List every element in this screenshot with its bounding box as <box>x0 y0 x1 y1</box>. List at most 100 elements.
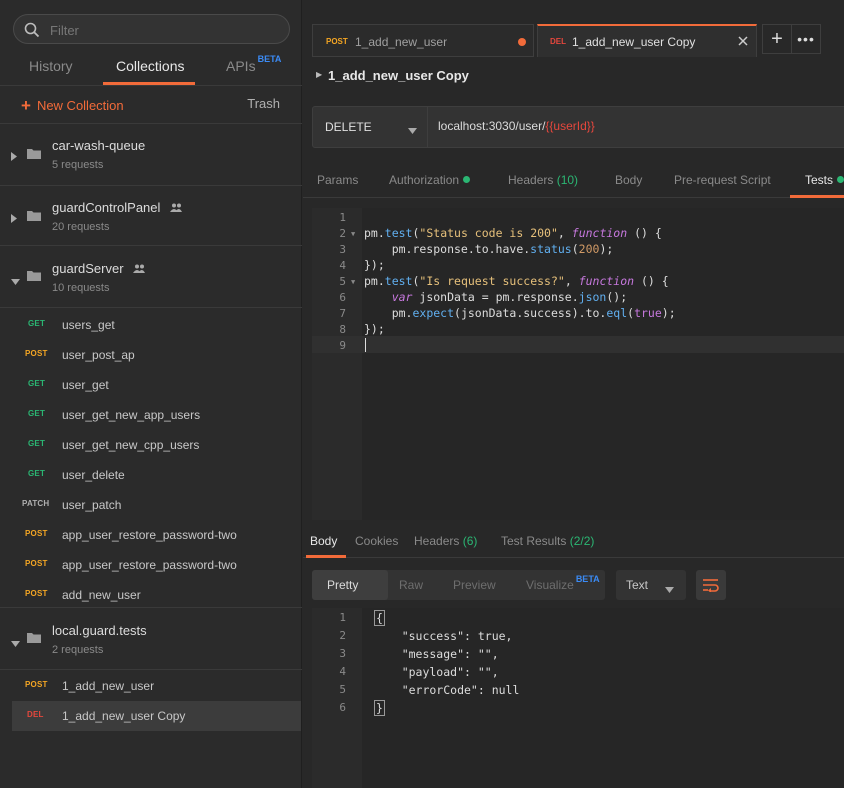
method-badge: POST <box>25 559 48 568</box>
line-number: 1 <box>339 611 346 624</box>
tab-collections[interactable]: Collections <box>116 58 184 74</box>
method-badge: POST <box>326 37 348 46</box>
wrap-lines-button[interactable] <box>696 570 726 600</box>
active-tab-indicator <box>103 82 195 85</box>
collection-local-guard-tests[interactable]: local.guard.tests 2 requests <box>0 607 302 669</box>
chevron-right-icon[interactable] <box>11 212 17 226</box>
request-item[interactable]: GET user_get <box>0 370 302 400</box>
format-raw[interactable]: Raw <box>399 578 423 592</box>
fold-arrow-icon[interactable]: ▼ <box>351 230 355 238</box>
collection-name-text: guardControlPanel <box>52 200 161 215</box>
format-preview[interactable]: Preview <box>453 578 496 592</box>
request-name: add_new_user <box>62 588 141 602</box>
request-item[interactable]: POST add_new_user <box>0 580 302 610</box>
request-item[interactable]: PATCH user_patch <box>0 490 302 520</box>
format-toggle: Pretty Raw Preview Visualize BETA <box>312 570 605 600</box>
sidebar-tabs: History Collections APIs BETA <box>0 54 302 86</box>
fold-arrow-icon[interactable]: ▼ <box>351 278 355 286</box>
request-item[interactable]: POST app_user_restore_password-two <box>0 550 302 580</box>
request-tab-active[interactable]: DEL 1_add_new_user Copy <box>537 24 757 57</box>
tab-test-results[interactable]: Test Results (2/2) <box>501 534 594 548</box>
tab-cookies[interactable]: Cookies <box>355 534 398 548</box>
chevron-down-icon[interactable] <box>11 274 20 288</box>
tab-history[interactable]: History <box>29 58 73 74</box>
tab-authorization[interactable]: Authorization <box>389 173 471 187</box>
beta-badge: BETA <box>575 574 600 584</box>
chevron-down-icon[interactable] <box>11 636 20 650</box>
tab-body[interactable]: Body <box>615 173 642 187</box>
tests-editor[interactable]: 1 2 3 4 5 6 7 8 9 ▼ ▼ pm.test("Status co… <box>312 208 844 520</box>
collection-name-text: guardServer <box>52 261 124 276</box>
request-tab[interactable]: POST 1_add_new_user <box>312 24 534 57</box>
request-item[interactable]: GET users_get <box>0 310 302 340</box>
method-badge: PATCH <box>22 499 50 508</box>
url-bar: DELETE localhost:3030/user/{{userId}} <box>312 106 844 148</box>
collection-car-wash-queue[interactable]: car-wash-queue 5 requests <box>0 123 302 185</box>
tab-apis[interactable]: APIs BETA <box>226 54 281 74</box>
new-collection-label: New Collection <box>36 98 124 113</box>
more-tabs-button[interactable]: ••• <box>791 24 821 54</box>
tab-response-headers[interactable]: Headers (6) <box>414 534 477 548</box>
response-type-select[interactable]: Text <box>616 570 686 600</box>
request-item[interactable]: GET user_get_new_app_users <box>0 400 302 430</box>
line-number: 7 <box>339 307 346 320</box>
response-body-viewer[interactable]: 1 2 3 4 5 6 { "success": true, "message"… <box>312 608 844 788</box>
tab-headers[interactable]: Headers (10) <box>508 173 578 187</box>
request-item[interactable]: POST app_user_restore_password-two <box>0 520 302 550</box>
method-badge: GET <box>28 379 46 388</box>
code-line: pm.expect(jsonData.success).to.eql(true)… <box>364 306 676 320</box>
collection-count: 5 requests <box>52 159 104 171</box>
method-badge: GET <box>28 469 46 478</box>
method-select[interactable]: DELETE <box>325 120 372 134</box>
tab-title: 1_add_new_user <box>355 35 448 49</box>
chevron-down-icon[interactable] <box>408 123 417 137</box>
request-item[interactable]: GET user_get_new_cpp_users <box>0 430 302 460</box>
method-badge: POST <box>25 589 48 598</box>
trash-button[interactable]: Trash <box>247 96 280 111</box>
chevron-down-icon <box>665 582 674 596</box>
chevron-right-icon[interactable] <box>11 150 17 164</box>
tab-apis-label: APIs <box>226 58 256 74</box>
folder-icon <box>27 270 41 284</box>
tab-response-headers-label: Headers <box>414 534 460 548</box>
format-pretty[interactable]: Pretty <box>327 578 358 592</box>
divider <box>427 107 428 147</box>
code-line: }); <box>364 322 385 336</box>
status-dot-icon <box>837 176 844 183</box>
new-tab-button[interactable]: + <box>762 24 792 54</box>
request-name: app_user_restore_password-two <box>62 528 237 542</box>
request-name: user_get_new_app_users <box>62 408 201 422</box>
tab-tests-label: Tests <box>805 173 834 187</box>
request-title[interactable]: ▶ 1_add_new_user Copy <box>316 68 469 83</box>
status-dot-icon <box>463 176 471 183</box>
tab-params[interactable]: Params <box>317 173 358 187</box>
response-tabs: Body Cookies Headers (6) Test Results (2… <box>303 530 844 558</box>
tab-prerequest[interactable]: Pre-request Script <box>674 173 771 187</box>
filter-input[interactable]: Filter <box>13 14 290 44</box>
new-collection-button[interactable]: + New Collection <box>21 95 124 115</box>
collection-count: 20 requests <box>52 221 110 233</box>
team-icon <box>133 261 146 276</box>
request-name: user_get_new_cpp_users <box>62 438 200 452</box>
tab-headers-label: Headers <box>508 173 554 187</box>
plus-icon: + <box>21 96 31 115</box>
request-name: 1_add_new_user Copy <box>62 709 186 723</box>
format-visualize[interactable]: Visualize BETA <box>526 574 600 592</box>
request-item[interactable]: POST 1_add_new_user <box>0 671 302 701</box>
request-item[interactable]: POST user_post_ap <box>0 340 302 370</box>
collection-name: local.guard.tests <box>52 623 147 638</box>
tab-tests[interactable]: Tests <box>805 173 844 187</box>
request-item[interactable]: GET user_delete <box>0 460 302 490</box>
url-base: localhost:3030/user/ <box>438 119 546 133</box>
close-icon[interactable] <box>738 35 748 49</box>
plus-icon: + <box>771 28 783 50</box>
tab-response-body[interactable]: Body <box>310 534 337 548</box>
collection-guardControlPanel[interactable]: guardControlPanel 20 requests <box>0 185 302 245</box>
url-input[interactable]: localhost:3030/user/{{userId}} <box>438 119 595 133</box>
guardServer-request-list: GET users_get POST user_post_ap GET user_ge… <box>0 307 302 602</box>
request-item-selected[interactable]: DEL 1_add_new_user Copy <box>12 701 301 731</box>
code-line: pm.test("Is request success?", function … <box>364 274 669 288</box>
collection-guardServer[interactable]: guardServer 10 requests <box>0 245 302 307</box>
response-headers-count: (6) <box>462 534 478 548</box>
text-cursor <box>365 338 366 352</box>
